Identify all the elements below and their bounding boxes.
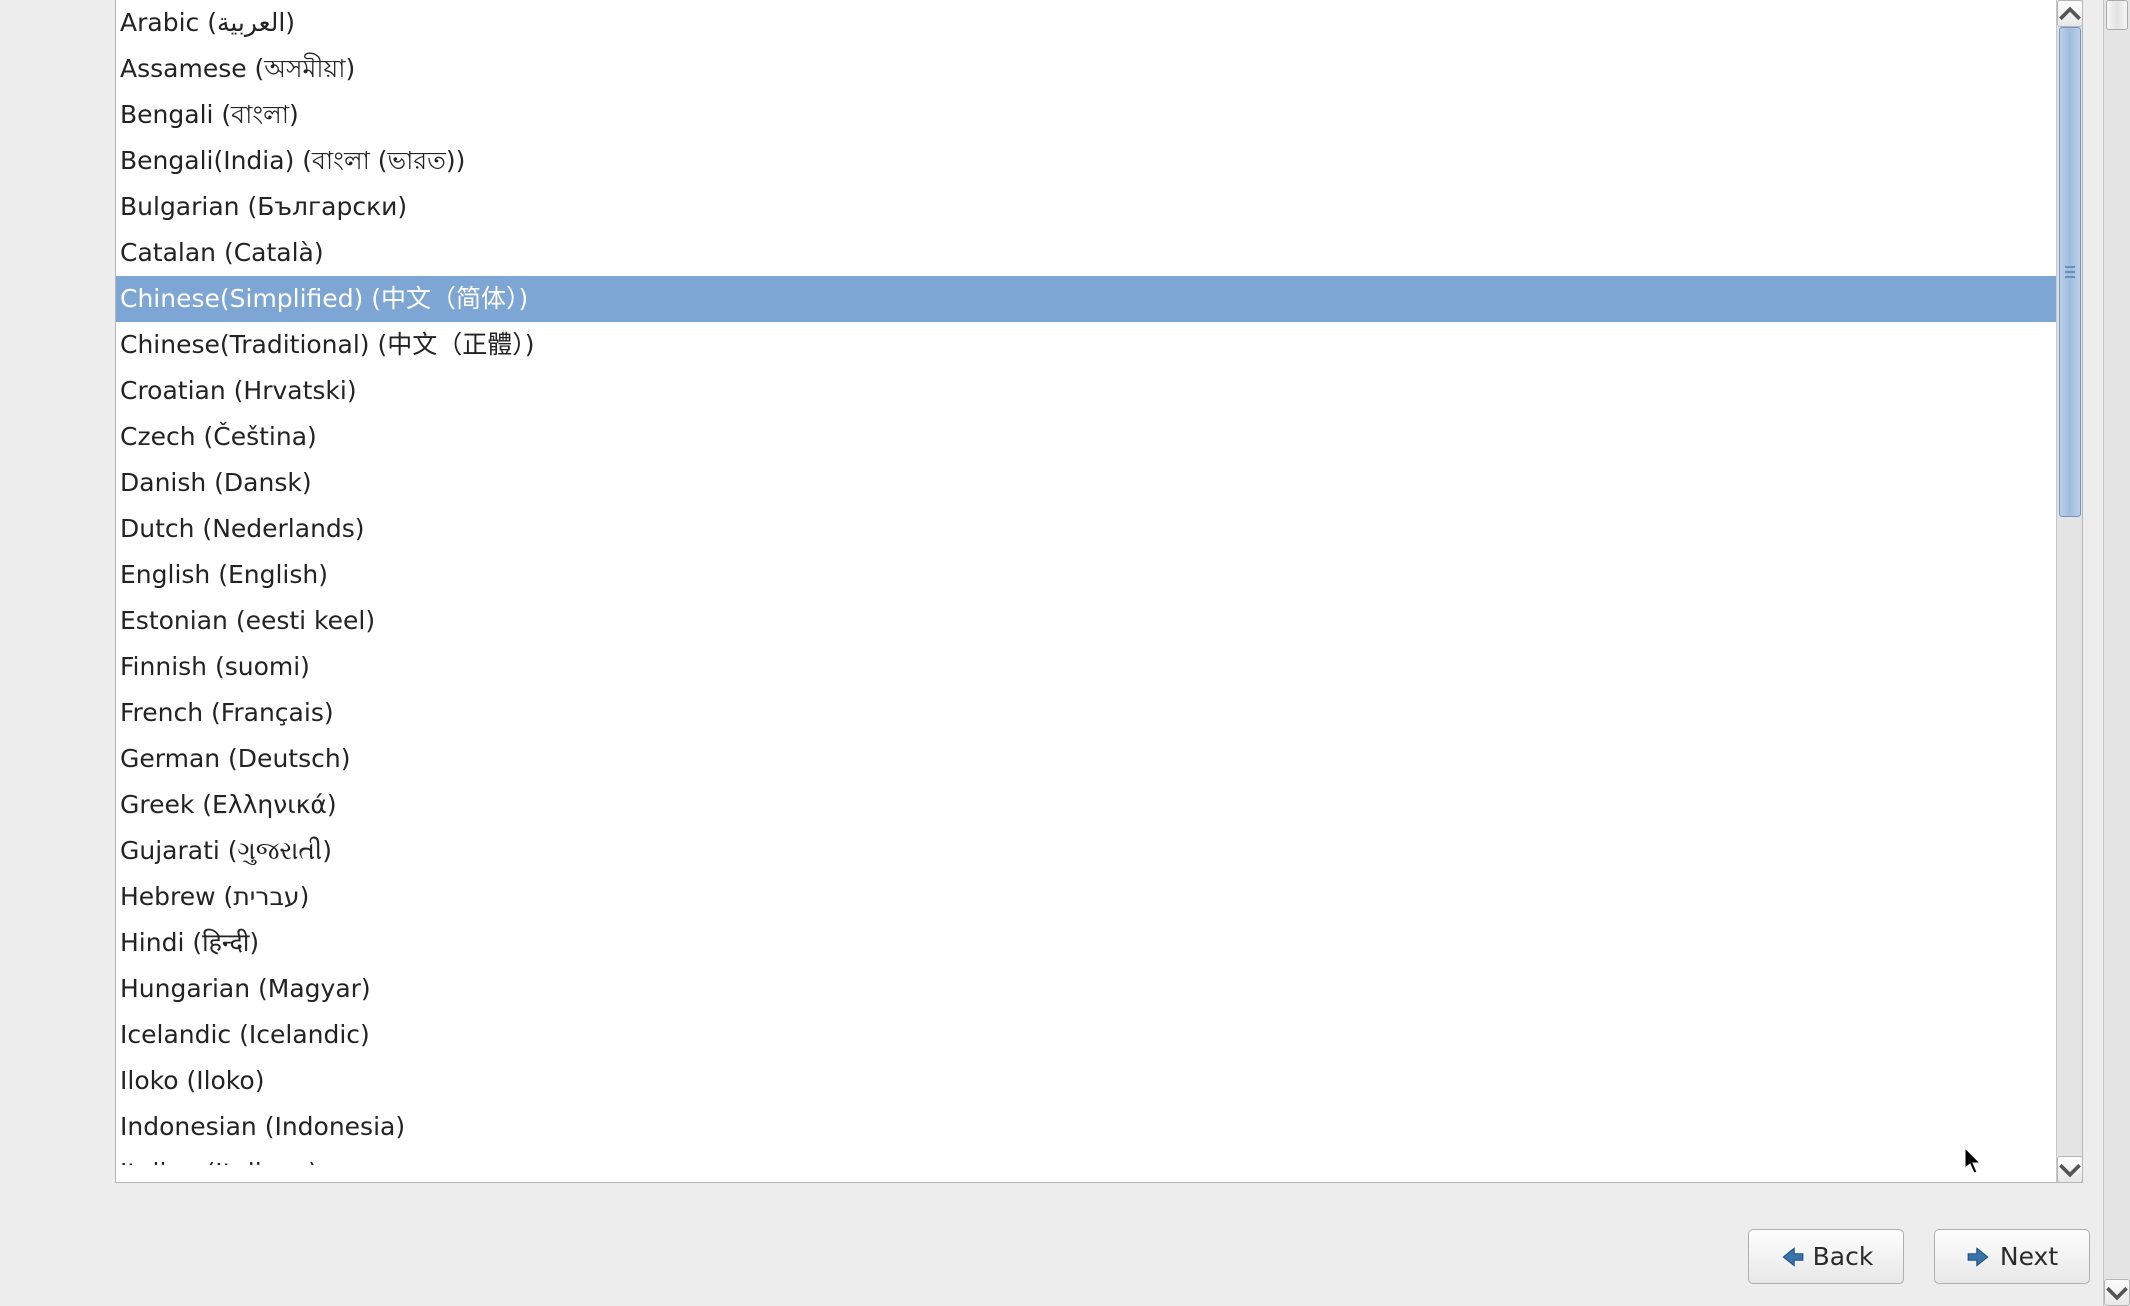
language-item[interactable]: Greek (Ελληνικά) xyxy=(116,782,2082,828)
language-item[interactable]: Croatian (Hrvatski) xyxy=(116,368,2082,414)
language-item[interactable]: Italian (Italiano) xyxy=(116,1150,2082,1165)
language-item[interactable]: English (English) xyxy=(116,552,2082,598)
window-scroll-thumb[interactable] xyxy=(2106,0,2128,30)
language-item[interactable]: Hungarian (Magyar) xyxy=(116,966,2082,1012)
language-item[interactable]: Indonesian (Indonesia) xyxy=(116,1104,2082,1150)
language-item-label: Assamese (অসমীয়া) xyxy=(120,54,355,83)
window-scroll-down-button[interactable] xyxy=(2104,1279,2130,1306)
language-item-label: French (Français) xyxy=(120,698,334,727)
language-item[interactable]: Hindi (हिन्दी) xyxy=(116,920,2082,966)
language-list-panel: Arabic (العربية) Assamese (অসমীয়া) Bengal… xyxy=(115,0,2083,1183)
language-item[interactable]: Estonian (eesti keel) xyxy=(116,598,2082,644)
language-item[interactable]: Dutch (Nederlands) xyxy=(116,506,2082,552)
language-item-label: Hungarian (Magyar) xyxy=(120,974,371,1003)
language-item[interactable]: Bengali(India) (বাংলা (ভারত)) xyxy=(116,138,2082,184)
language-item-label: Greek (Ελληνικά) xyxy=(120,790,337,819)
chevron-down-icon xyxy=(2105,1280,2129,1306)
language-item-label: Hindi (हिन्दी) xyxy=(120,928,259,957)
language-item[interactable]: Hebrew (עברית) xyxy=(116,874,2082,920)
language-item[interactable]: Bengali (বাংলা) xyxy=(116,92,2082,138)
back-button-label: Back xyxy=(1813,1242,1874,1271)
language-item[interactable]: Chinese(Simplified) (中文（简体）) xyxy=(116,276,2082,322)
arrow-right-icon xyxy=(1966,1244,1992,1270)
next-button[interactable]: Next xyxy=(1934,1229,2090,1284)
language-item[interactable]: German (Deutsch) xyxy=(116,736,2082,782)
language-item[interactable]: Czech (Čeština) xyxy=(116,414,2082,460)
language-item-label: Catalan (Català) xyxy=(120,238,324,267)
language-item-label: Croatian (Hrvatski) xyxy=(120,376,357,405)
language-item-label: Hebrew (עברית) xyxy=(120,882,309,911)
language-item-label: Iloko (Iloko) xyxy=(120,1066,264,1095)
language-item-label: Finnish (suomi) xyxy=(120,652,310,681)
language-item-label: Chinese(Traditional) (中文（正體）) xyxy=(120,330,535,359)
language-list[interactable]: Arabic (العربية) Assamese (অসমীয়া) Bengal… xyxy=(116,0,2082,1165)
language-item-label: Gujarati (ગુજરાતી) xyxy=(120,836,332,865)
language-item[interactable]: French (Français) xyxy=(116,690,2082,736)
language-item-label: Bengali (বাংলা) xyxy=(120,100,299,129)
language-item[interactable]: Iloko (Iloko) xyxy=(116,1058,2082,1104)
back-button[interactable]: Back xyxy=(1748,1229,1904,1284)
chevron-down-icon xyxy=(2058,1157,2082,1183)
language-item-label: Bulgarian (Български) xyxy=(120,192,407,221)
language-item[interactable]: Bulgarian (Български) xyxy=(116,184,2082,230)
language-item-label: Arabic (العربية) xyxy=(120,8,295,37)
language-item-label: Dutch (Nederlands) xyxy=(120,514,365,543)
language-item-label: Italian (Italiano) xyxy=(120,1158,318,1165)
navigation-button-bar: Back Next xyxy=(1748,1229,2090,1284)
language-item[interactable]: Finnish (suomi) xyxy=(116,644,2082,690)
installer-window: Arabic (العربية) Assamese (অসমীয়া) Bengal… xyxy=(0,0,2130,1306)
window-scrollbar[interactable] xyxy=(2103,0,2130,1306)
next-button-label: Next xyxy=(2000,1242,2058,1271)
arrow-left-icon xyxy=(1779,1244,1805,1270)
language-item-label: Danish (Dansk) xyxy=(120,468,312,497)
language-item-label: Indonesian (Indonesia) xyxy=(120,1112,405,1141)
language-item-label: Estonian (eesti keel) xyxy=(120,606,375,635)
language-item-label: Chinese(Simplified) (中文（简体）) xyxy=(120,284,528,313)
language-item[interactable]: Icelandic (Icelandic) xyxy=(116,1012,2082,1058)
language-item[interactable]: Assamese (অসমীয়া) xyxy=(116,46,2082,92)
list-scrollbar[interactable] xyxy=(2056,0,2083,1183)
language-item-label: Bengali(India) (বাংলা (ভারত)) xyxy=(120,146,465,175)
language-item[interactable]: Catalan (Català) xyxy=(116,230,2082,276)
language-item[interactable]: Arabic (العربية) xyxy=(116,0,2082,46)
chevron-up-icon xyxy=(2058,1,2082,27)
window-scroll-track[interactable] xyxy=(2104,0,2130,1279)
scroll-thumb[interactable] xyxy=(2059,27,2081,517)
scroll-down-button[interactable] xyxy=(2057,1156,2083,1183)
language-item[interactable]: Chinese(Traditional) (中文（正體）) xyxy=(116,322,2082,368)
scroll-track[interactable] xyxy=(2057,27,2083,1156)
language-item-label: German (Deutsch) xyxy=(120,744,350,773)
language-item-label: Icelandic (Icelandic) xyxy=(120,1020,370,1049)
language-item[interactable]: Gujarati (ગુજરાતી) xyxy=(116,828,2082,874)
language-item-label: English (English) xyxy=(120,560,328,589)
scroll-grip-icon xyxy=(2065,266,2075,278)
language-item[interactable]: Danish (Dansk) xyxy=(116,460,2082,506)
scroll-up-button[interactable] xyxy=(2057,0,2083,27)
language-item-label: Czech (Čeština) xyxy=(120,422,317,451)
